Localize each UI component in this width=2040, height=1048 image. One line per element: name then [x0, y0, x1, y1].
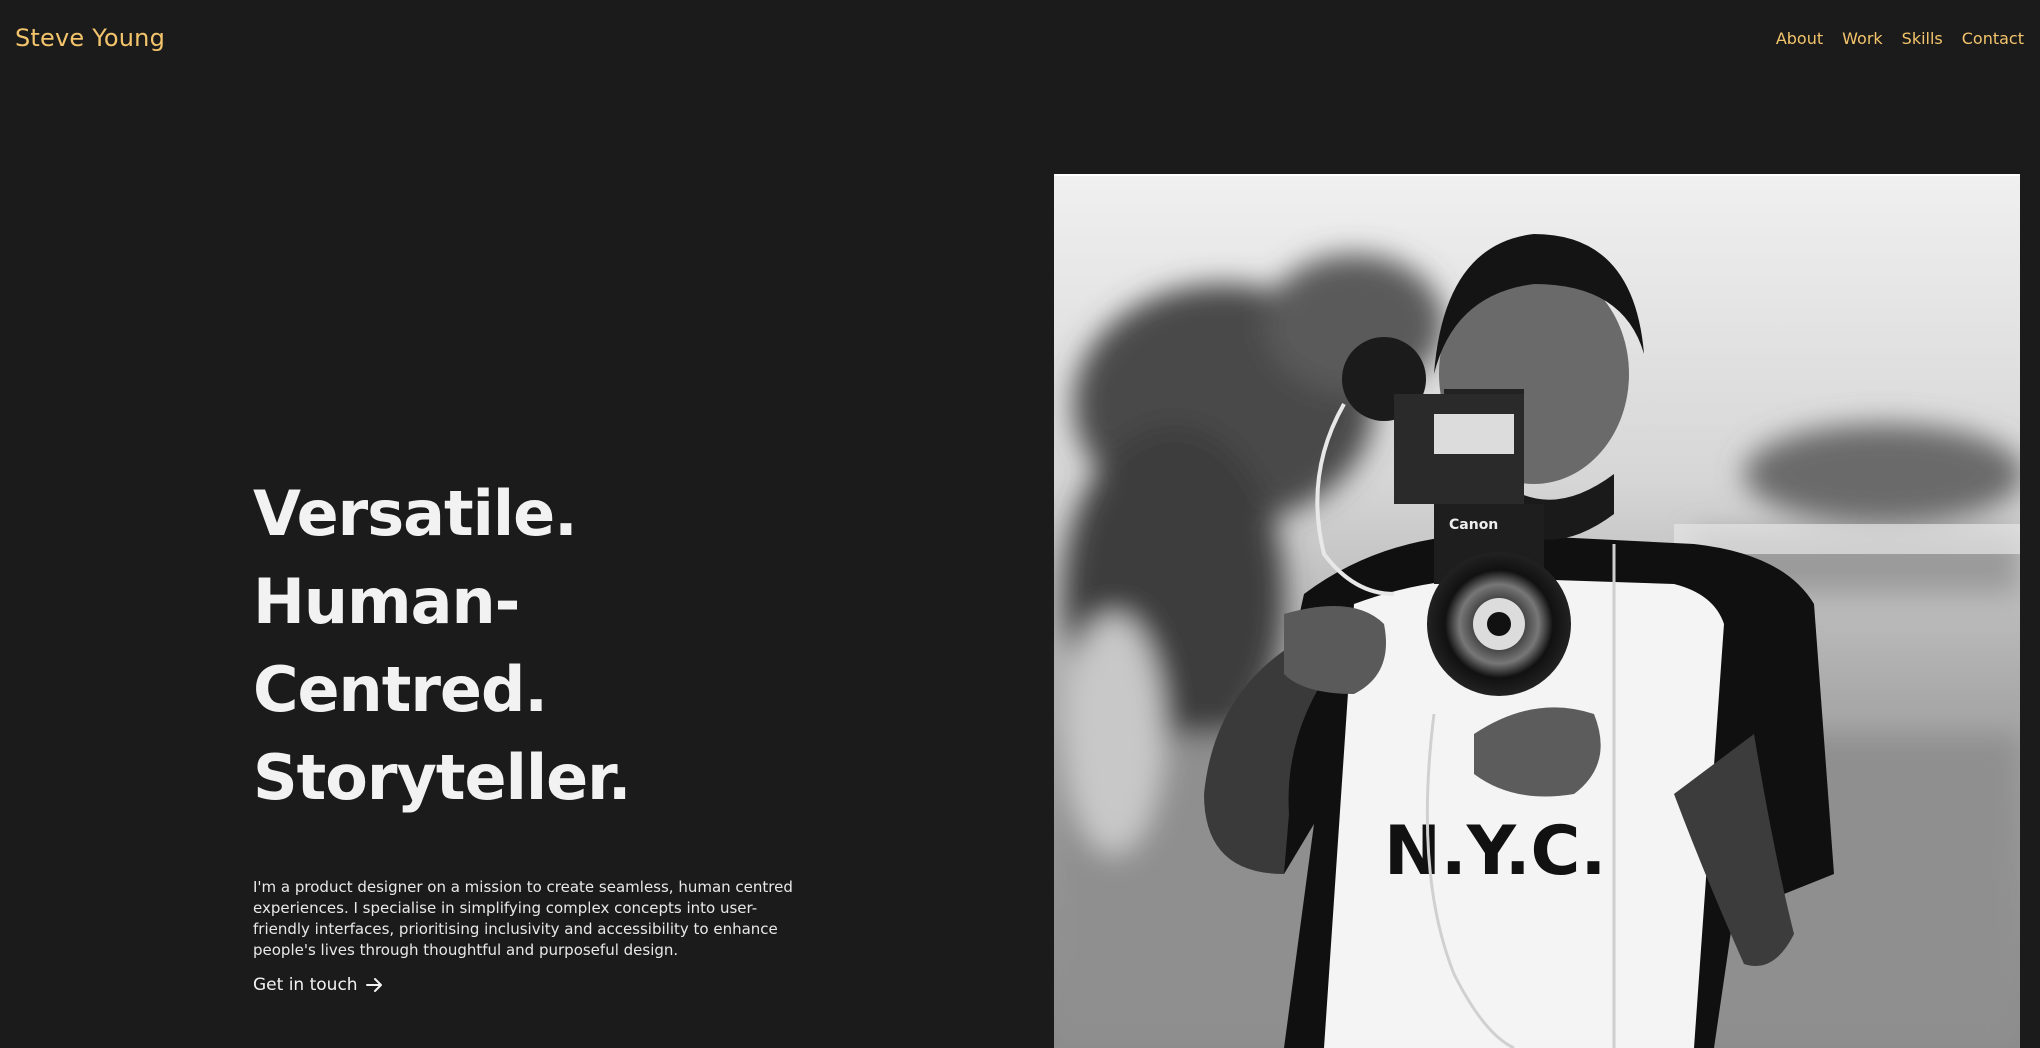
headline-line-3: Storyteller.	[253, 741, 631, 814]
arrow-right-icon	[365, 977, 384, 993]
headline-line-1: Versatile.	[253, 477, 578, 550]
shirt-print-text: N.Y.C.	[1384, 812, 1606, 891]
hero-headline: Versatile. Human-Centred. Storyteller.	[253, 470, 813, 822]
hero-intro-text: I'm a product designer on a mission to c…	[253, 878, 793, 959]
get-in-touch-link[interactable]: Get in touch	[253, 975, 384, 995]
brand-logo-text[interactable]: Steve Young	[15, 24, 165, 52]
nav-link-skills[interactable]: Skills	[1902, 29, 1943, 48]
nav-link-contact[interactable]: Contact	[1962, 29, 2024, 48]
hero-photo: N.Y.C. Canon	[1054, 174, 2020, 1048]
site-header: Steve Young About Work Skills Contact	[0, 0, 2040, 80]
camera-brand-text: Canon	[1449, 517, 1498, 533]
headline-line-2: Human-Centred.	[253, 565, 548, 726]
page: Steve Young About Work Skills Contact Ve…	[0, 0, 2040, 1048]
nav-link-work[interactable]: Work	[1842, 29, 1883, 48]
main-nav: About Work Skills Contact	[1776, 29, 2024, 48]
get-in-touch-label: Get in touch	[253, 975, 358, 995]
hero-section: Versatile. Human-Centred. Storyteller. I…	[253, 470, 813, 995]
nav-link-about[interactable]: About	[1776, 29, 1823, 48]
